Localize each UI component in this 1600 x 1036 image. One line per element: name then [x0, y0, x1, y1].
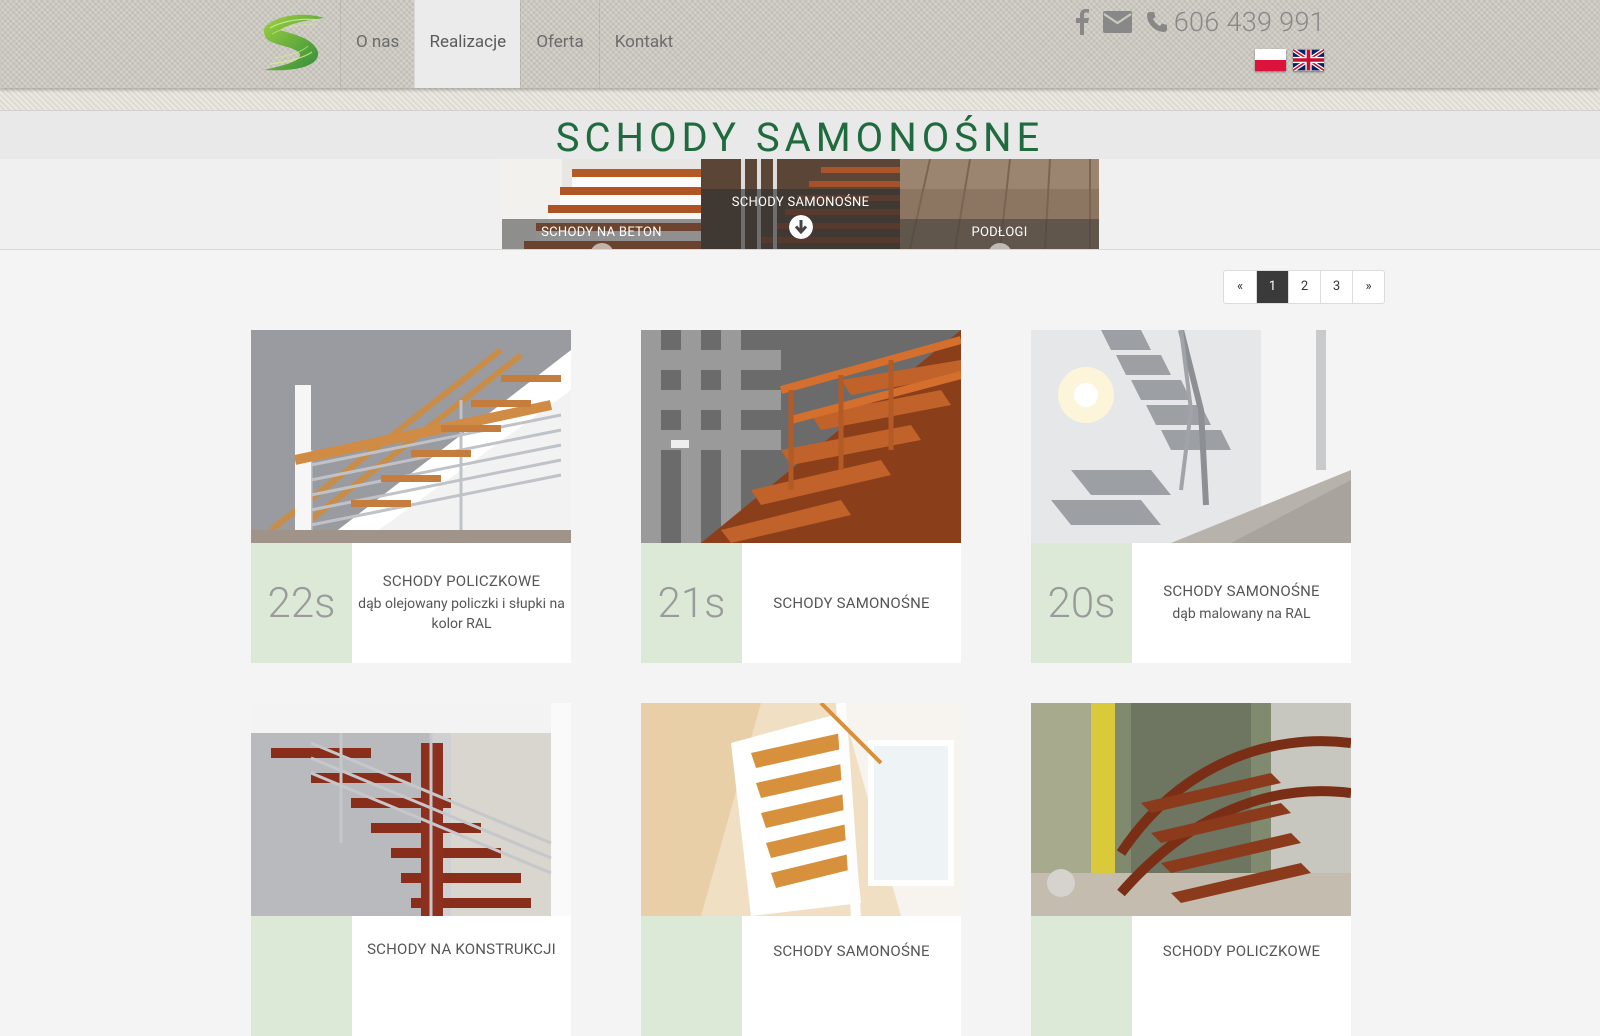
project-card[interactable]: 21s SCHODY SAMONOŚNE — [641, 330, 961, 663]
project-card[interactable]: SCHODY POLICZKOWE — [1031, 703, 1351, 1036]
project-photo[interactable] — [1031, 330, 1351, 543]
project-description: dąb malowany na RAL — [1172, 606, 1311, 622]
project-title[interactable]: SCHODY SAMONOŚNE — [1163, 582, 1319, 600]
project-card[interactable]: SCHODY NA KONSTRUKCJI — [251, 703, 571, 1036]
project-title[interactable]: SCHODY NA KONSTRUKCJI — [367, 940, 556, 958]
project-title[interactable]: SCHODY SAMONOŚNE — [773, 594, 929, 612]
category-tile-schody-na-beton[interactable]: SCHODY NA BETON — [502, 159, 701, 249]
flag-pl-icon[interactable] — [1255, 49, 1286, 71]
pagination-page-2[interactable]: 2 — [1288, 271, 1320, 303]
project-title[interactable]: SCHODY SAMONOŚNE — [773, 942, 929, 960]
nav-oferta[interactable]: Oferta — [520, 0, 598, 88]
project-number: 21s — [641, 543, 742, 663]
envelope-icon[interactable] — [1102, 11, 1132, 33]
header-strip — [0, 88, 1600, 111]
arrow-down-icon — [789, 215, 813, 239]
category-tile-schody-samonosne[interactable]: SCHODY SAMONOŚNE — [701, 159, 900, 249]
contact-bar: 606 439 991 — [1075, 6, 1325, 38]
page-title: SCHODY SAMONOŚNE — [555, 114, 1045, 161]
project-photo[interactable] — [251, 330, 571, 543]
project-number: 22s — [251, 543, 352, 663]
language-switcher — [1248, 49, 1324, 71]
category-label: SCHODY SAMONOŚNE — [731, 195, 870, 210]
project-photo[interactable] — [641, 330, 961, 543]
nav-kontakt[interactable]: Kontakt — [598, 0, 689, 88]
pagination-prev[interactable]: « — [1224, 271, 1256, 303]
project-card[interactable]: 22s SCHODY POLICZKOWE dąb olejowany poli… — [251, 330, 571, 663]
project-card[interactable]: 20s SCHODY SAMONOŚNE dąb malowany na RAL — [1031, 330, 1351, 663]
site-logo[interactable] — [258, 12, 326, 74]
main-nav: O nas Realizacje Oferta Kontakt — [340, 0, 688, 88]
top-navbar: O nas Realizacje Oferta Kontakt 606 439 … — [0, 0, 1600, 88]
project-card[interactable]: SCHODY SAMONOŚNE — [641, 703, 961, 1036]
project-title[interactable]: SCHODY POLICZKOWE — [1163, 942, 1320, 960]
phone-number[interactable]: 606 439 991 — [1174, 6, 1325, 38]
project-number — [1031, 916, 1132, 1036]
project-number — [641, 916, 742, 1036]
nav-realizacje[interactable]: Realizacje — [414, 0, 521, 88]
project-title[interactable]: SCHODY POLICZKOWE — [383, 572, 540, 590]
nav-o-nas[interactable]: O nas — [340, 0, 414, 88]
project-description: dąb olejowany policzki i słupki na kolor… — [358, 596, 565, 632]
phone-icon — [1146, 12, 1167, 32]
project-number: 20s — [1031, 543, 1132, 663]
project-photo[interactable] — [251, 703, 571, 916]
pagination-next[interactable]: » — [1352, 271, 1384, 303]
pagination-page-3[interactable]: 3 — [1320, 271, 1352, 303]
facebook-icon[interactable] — [1075, 9, 1089, 35]
pagination: « 1 2 3 » — [1223, 270, 1385, 304]
project-photo[interactable] — [1031, 703, 1351, 916]
project-photo[interactable] — [641, 703, 961, 916]
flag-en-icon[interactable] — [1293, 49, 1324, 71]
project-number — [251, 916, 352, 1036]
pagination-page-1[interactable]: 1 — [1256, 271, 1288, 303]
category-tile-podlogi[interactable]: PODŁOGI — [900, 159, 1099, 249]
